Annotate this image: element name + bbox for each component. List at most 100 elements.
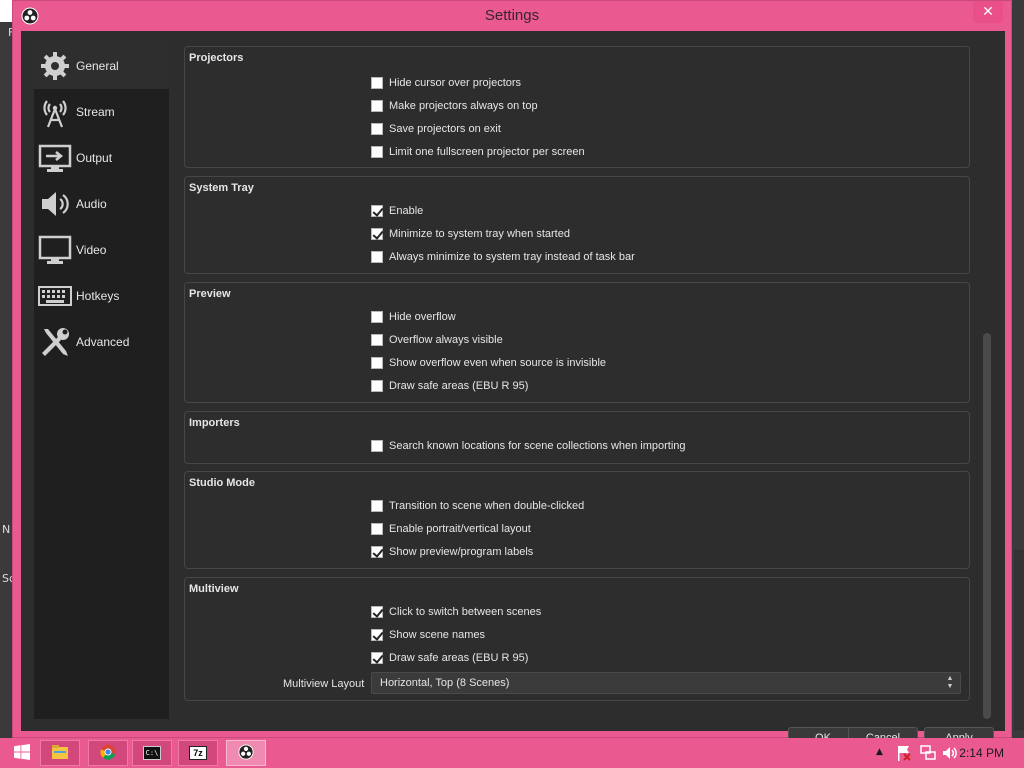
checkbox[interactable] [371,546,383,558]
multiview-layout-label: Multiview Layout [283,678,365,690]
group-title: Projectors [189,52,244,64]
sidebar-item-general[interactable]: General [34,43,169,89]
checkbox[interactable] [371,500,383,512]
title-bar[interactable]: Settings ✕ [13,1,1011,31]
checkbox-system-tray-enable[interactable]: Enable [371,203,423,219]
checkbox-transition-on-double-click[interactable]: Transition to scene when double-clicked [371,498,584,514]
checkbox-hide-overflow[interactable]: Hide overflow [371,309,456,325]
sidebar-item-advanced[interactable]: Advanced [34,319,169,365]
checkbox[interactable] [371,629,383,641]
checkbox-always-minimize-to-tray[interactable]: Always minimize to system tray instead o… [371,249,635,265]
checkbox-multiview-draw-safe-areas[interactable]: Draw safe areas (EBU R 95) [371,650,528,666]
checkbox-label: Overflow always visible [389,334,503,346]
chrome-icon [100,744,116,763]
settings-sidebar: General Stream Output Audio Video Hotkey… [34,43,169,719]
checkbox-label: Transition to scene when double-clicked [389,500,585,512]
obs-icon [238,743,254,763]
checkbox-show-scene-names[interactable]: Show scene names [371,627,485,643]
checkbox-projectors-always-on-top[interactable]: Make projectors always on top [371,98,538,114]
volume-icon[interactable] [942,745,958,764]
checkbox-label: Show scene names [389,629,485,641]
network-icon[interactable] [920,745,936,764]
sidebar-item-output[interactable]: Output [34,135,169,181]
close-button[interactable]: ✕ [973,1,1003,23]
checkbox-minimize-to-tray-when-started[interactable]: Minimize to system tray when started [371,226,570,242]
checkbox[interactable] [371,228,383,240]
taskbar-clock[interactable]: 2:14 PM [959,746,1004,760]
show-hidden-icons-chevron-icon[interactable]: ▲ [876,747,883,757]
settings-content: Projectors Hide cursor over projectors M… [184,43,974,719]
checkbox-search-known-locations[interactable]: Search known locations for scene collect… [371,438,686,454]
action-center-flag-icon[interactable] [896,744,912,765]
checkbox-show-preview-program-labels[interactable]: Show preview/program labels [371,544,533,560]
sidebar-item-label: Video [76,243,107,257]
settings-window: Settings ✕ General Stream Output Audio V… [12,0,1012,749]
checkbox[interactable] [371,123,383,135]
checkbox-hide-cursor-over-projectors[interactable]: Hide cursor over projectors [371,75,521,91]
system-tray: ▲ 2:14 PM [844,738,1024,768]
checkbox-limit-one-fullscreen-projector[interactable]: Limit one fullscreen projector per scree… [371,144,585,160]
background-panel-fragment [1014,550,1024,730]
taskbar-obs[interactable] [226,740,266,766]
taskbar-command-prompt[interactable]: C:\ [132,740,172,766]
updown-arrows-icon: ▲ ▼ [946,675,954,690]
taskbar-chrome[interactable] [88,740,128,766]
sidebar-item-audio[interactable]: Audio [34,181,169,227]
checkbox[interactable] [371,311,383,323]
start-button[interactable] [2,740,42,766]
sidebar-item-label: Output [76,151,113,165]
checkbox[interactable] [371,652,383,664]
checkbox-label: Draw safe areas (EBU R 95) [389,652,529,664]
checkbox[interactable] [371,77,383,89]
monitor-icon [38,233,72,267]
taskbar: C:\ 7z ▲ 2:14 PM [0,738,1024,768]
content-scrollbar[interactable] [982,43,992,719]
checkbox-show-overflow-invisible[interactable]: Show overflow even when source is invisi… [371,355,606,371]
checkbox[interactable] [371,606,383,618]
checkbox[interactable] [371,440,383,452]
scrollbar-thumb[interactable] [983,333,991,719]
checkbox-label: Show preview/program labels [389,546,534,558]
checkbox-preview-draw-safe-areas[interactable]: Draw safe areas (EBU R 95) [371,378,528,394]
command-prompt-icon: C:\ [143,746,161,760]
sidebar-item-label: Hotkeys [76,289,120,303]
checkbox-label: Click to switch between scenes [389,606,542,618]
checkbox[interactable] [371,100,383,112]
group-multiview: Multiview Click to switch between scenes… [184,577,970,701]
checkbox[interactable] [371,357,383,369]
checkbox-label: Limit one fullscreen projector per scree… [389,146,585,158]
checkbox-overflow-always-visible[interactable]: Overflow always visible [371,332,503,348]
checkbox-click-to-switch-scenes[interactable]: Click to switch between scenes [371,604,541,620]
background-label-fragment: N [2,523,11,536]
settings-client-area: General Stream Output Audio Video Hotkey… [21,31,1005,749]
checkbox-save-projectors-on-exit[interactable]: Save projectors on exit [371,121,501,137]
group-studio-mode: Studio Mode Transition to scene when dou… [184,471,970,569]
checkbox[interactable] [371,251,383,263]
sidebar-item-hotkeys[interactable]: Hotkeys [34,273,169,319]
sidebar-item-video[interactable]: Video [34,227,169,273]
windows-start-icon [14,743,30,763]
multiview-layout-value: Horizontal, Top (8 Scenes) [380,677,510,689]
checkbox-label: Enable [389,205,424,217]
checkbox-label: Draw safe areas (EBU R 95) [389,380,529,392]
checkbox-label: Save projectors on exit [389,123,501,135]
checkbox[interactable] [371,205,383,217]
checkbox-portrait-vertical-layout[interactable]: Enable portrait/vertical layout [371,521,531,537]
group-importers: Importers Search known locations for sce… [184,411,970,464]
sidebar-item-stream[interactable]: Stream [34,89,169,135]
checkbox[interactable] [371,523,383,535]
group-title: System Tray [189,182,254,194]
checkbox-label: Hide cursor over projectors [389,77,522,89]
checkbox[interactable] [371,146,383,158]
antenna-icon [38,95,72,129]
multiview-layout-select[interactable]: Horizontal, Top (8 Scenes) ▲ ▼ [371,672,961,694]
group-projectors: Projectors Hide cursor over projectors M… [184,46,970,168]
taskbar-7zip[interactable]: 7z [178,740,218,766]
keyboard-icon [38,279,72,313]
sidebar-item-label: Stream [76,105,115,119]
taskbar-file-explorer[interactable] [40,740,80,766]
checkbox[interactable] [371,380,383,392]
group-title: Multiview [189,583,239,595]
checkbox[interactable] [371,334,383,346]
checkbox-label: Minimize to system tray when started [389,228,570,240]
